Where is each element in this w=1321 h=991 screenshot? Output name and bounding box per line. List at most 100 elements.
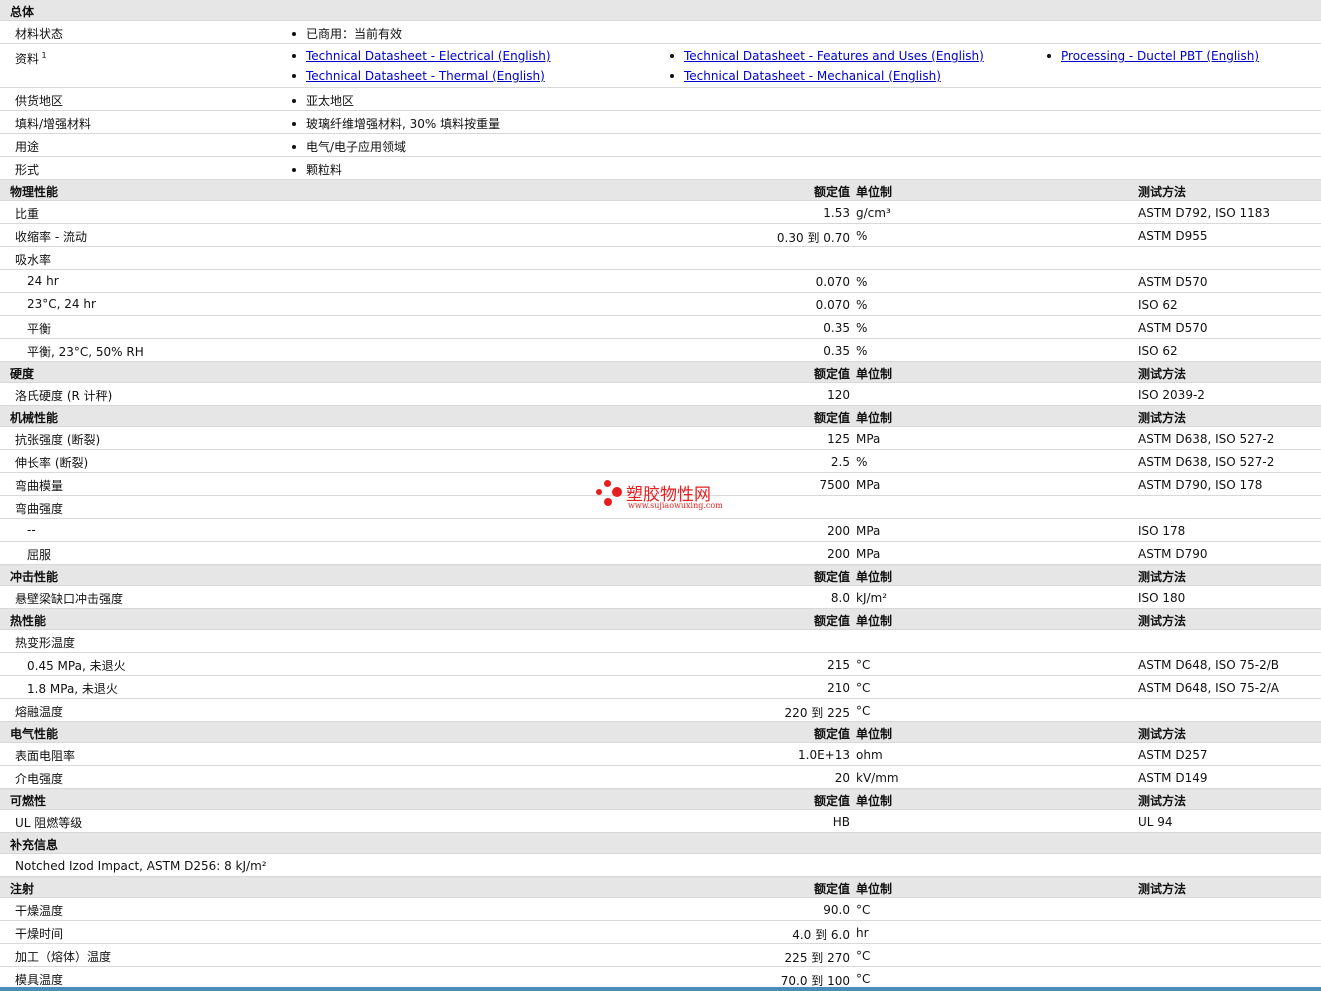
property-unit: °C [856,972,871,986]
table-row: 形式 颗粒料 [0,157,1321,180]
logo-dot [604,498,612,506]
section-header: 物理性能 额定值 单位制 测试方法 [0,180,1321,201]
property-label: 1.8 MPa, 未退火 [27,682,118,696]
property-unit: MPa [856,547,881,561]
datasheet-link: Technical Datasheet - Electrical (Englis… [292,49,551,63]
property-value-text: 电气/电子应用领域 [306,140,407,154]
table-row: 24 hr 0.070% ASTM D570 [0,270,1321,293]
property-unit: g/cm³ [856,206,891,220]
section-header: 电气性能 额定值 单位制 测试方法 [0,722,1321,743]
table-row: 熔融温度 220 到 225 °C [0,699,1321,722]
section-title: 物理性能 [10,185,59,199]
method-column-header: 测试方法 [1138,882,1187,896]
property-label: 23°C, 24 hr [27,297,96,311]
datasheet-link-text[interactable]: Processing - Ductel PBT (English) [1061,49,1259,63]
property-value: 颗粒料 [292,161,342,178]
property-label: 供货地区 [15,94,64,108]
table-row: 干燥温度 90.0 °C [0,898,1321,921]
property-label: 悬壁梁缺口冲击强度 [15,592,124,606]
property-label: 干燥时间 [15,927,64,941]
test-method: ISO 62 [1138,344,1178,358]
property-label: 模具温度 [15,973,64,987]
property-value: 8.0 [830,591,850,605]
property-value: 1.53 [823,206,850,220]
datasheet-link-text[interactable]: Technical Datasheet - Thermal (English) [306,69,545,83]
property-label: -- [27,523,36,537]
table-row: UL 阻燃等级 HB UL 94 [0,810,1321,833]
datasheet-link-text[interactable]: Technical Datasheet - Electrical (Englis… [306,49,551,63]
section-header: 热性能 额定值 单位制 测试方法 [0,609,1321,630]
section-title: 机械性能 [10,411,59,425]
section-title: 补充信息 [10,838,59,852]
property-label: 吸水率 [15,253,52,267]
property-label: 资料 1 [15,51,47,66]
bullet-icon [292,144,296,149]
property-value: 225 到 270 [784,951,850,965]
table-row: 0.45 MPa, 未退火 215 °C ASTM D648, ISO 75-2/B [0,653,1321,676]
unit-column-header: 单位制 [856,411,893,425]
table-row: Notched Izod Impact, ASTM D256: 8 kJ/m² [0,854,1321,877]
section-header: 总体 [0,0,1321,21]
table-row: 吸水率 [0,247,1321,270]
property-value: 0.35 [823,321,850,335]
property-unit: kJ/m² [856,591,888,605]
property-unit: % [856,298,868,312]
property-value: 电气/电子应用领域 [292,138,406,155]
datasheet-link: Processing - Ductel PBT (English) [1047,49,1259,63]
property-value: HB [832,815,850,829]
property-value: 4.0 到 6.0 [792,928,850,942]
property-label: 0.45 MPa, 未退火 [27,659,126,673]
property-unit: MPa [856,524,881,538]
property-value: 215 [827,658,850,672]
property-value: 0.070 [815,275,850,289]
property-unit: % [856,275,868,289]
section-title: 热性能 [10,614,47,628]
property-unit: MPa [856,478,881,492]
datasheet-link: Technical Datasheet - Features and Uses … [670,49,984,63]
property-label: 伸长率 (断裂) [15,456,89,470]
property-label: 用途 [15,140,40,154]
unit-column-header: 单位制 [856,794,893,808]
property-value-text: 亚太地区 [306,94,355,108]
watermark-logo: 塑胶物性网 www.sujiaowuxing.com [596,478,736,514]
property-label: 热变形温度 [15,636,76,650]
property-unit: °C [856,681,871,695]
property-value: 2.5 [830,455,850,469]
section-header: 补充信息 [0,833,1321,854]
property-label: UL 阻燃等级 [15,816,83,830]
value-column-header: 额定值 [813,882,850,896]
datasheet-link-text[interactable]: Technical Datasheet - Features and Uses … [684,49,984,63]
test-method: ASTM D257 [1138,748,1208,762]
property-value: 125 [827,432,850,446]
value-column-header: 额定值 [813,367,850,381]
property-value: 1.0E+13 [798,748,850,762]
section-header: 可燃性 额定值 单位制 测试方法 [0,789,1321,810]
property-unit: °C [856,658,871,672]
table-row: 平衡 0.35% ASTM D570 [0,316,1321,339]
table-row: 悬壁梁缺口冲击强度 8.0 kJ/m² ISO 180 [0,586,1321,609]
section-header: 注射 额定值 单位制 测试方法 [0,877,1321,898]
unit-column-header: 单位制 [856,614,893,628]
table-row: 加工（熔体）温度 225 到 270 °C [0,944,1321,967]
test-method: ASTM D648, ISO 75-2/A [1138,681,1279,695]
property-value: 已商用：当前有效 [292,25,402,42]
bullet-icon [292,121,296,126]
test-method: ASTM D955 [1138,229,1208,243]
table-row: 表面电阻率 1.0E+13 ohm ASTM D257 [0,743,1321,766]
test-method: ASTM D149 [1138,771,1208,785]
footnote-marker: 1 [39,51,47,60]
table-row: -- 200 MPa ISO 178 [0,519,1321,542]
table-row: 比重 1.53 g/cm³ ASTM D792, ISO 1183 [0,201,1321,224]
property-value: 200 [827,547,850,561]
property-unit: MPa [856,432,881,446]
section-title: 电气性能 [10,727,59,741]
property-label: 屈服 [27,548,52,562]
property-unit: % [856,229,868,243]
logo-dot [604,480,611,487]
datasheet-link-text[interactable]: Technical Datasheet - Mechanical (Englis… [684,69,941,83]
property-label: 洛氏硬度 (R 计秤) [15,389,113,403]
property-label: 干燥温度 [15,904,64,918]
property-value: 90.0 [823,903,850,917]
table-row: 洛氏硬度 (R 计秤) 120 ISO 2039-2 [0,383,1321,406]
property-label: 收缩率 - 流动 [15,230,87,244]
